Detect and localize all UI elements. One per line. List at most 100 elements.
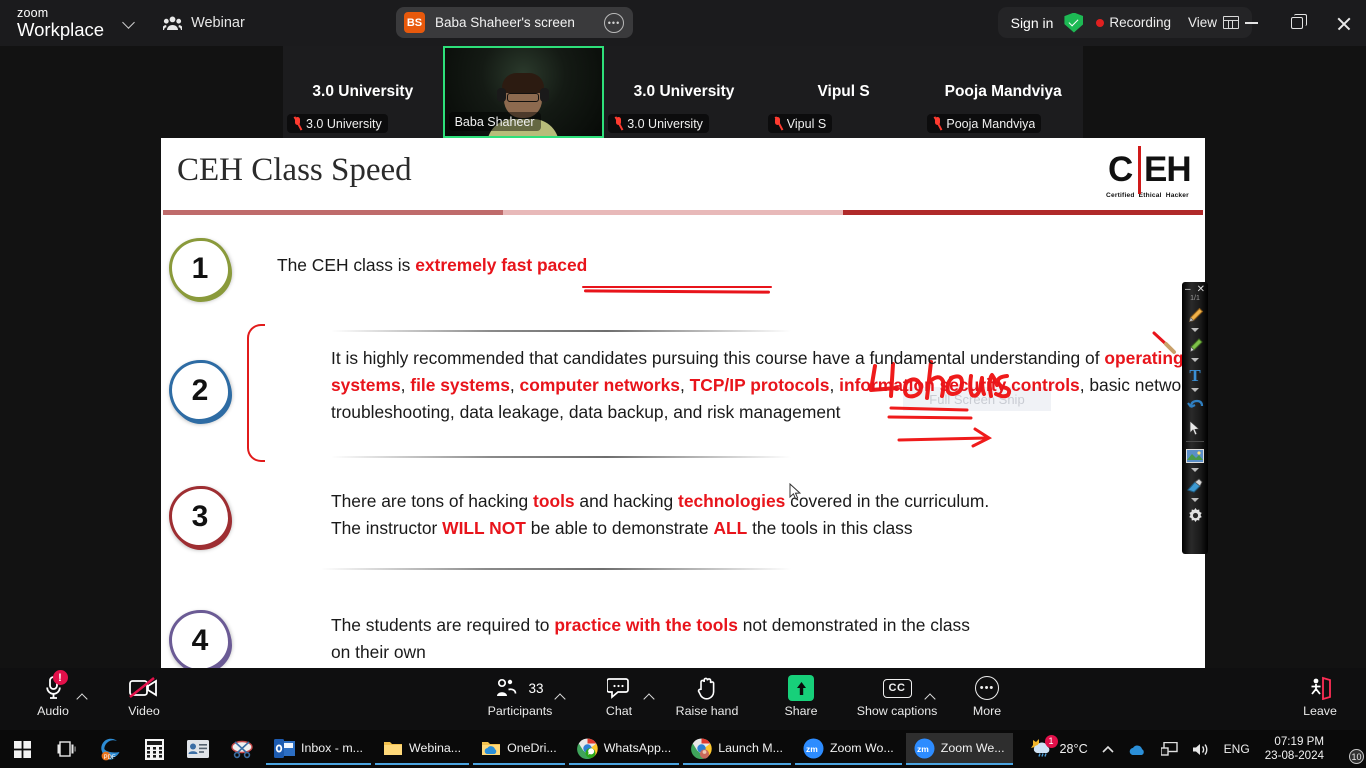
point-2-seg-6: ,	[679, 374, 690, 395]
audio-label: Audio	[37, 704, 69, 718]
task-view-button[interactable]	[44, 730, 88, 768]
language-label: ENG	[1223, 742, 1250, 756]
taskbar-app-outlook[interactable]: Inbox - m...	[266, 733, 371, 765]
settings-gear-icon[interactable]	[1184, 505, 1206, 526]
taskbar-app-webinar-folder[interactable]: Webina...	[374, 733, 470, 765]
start-button[interactable]	[0, 730, 44, 768]
snipping-tool-icon[interactable]	[220, 730, 264, 768]
taskbar-app-onedrive-folder[interactable]: OneDri...	[473, 733, 565, 765]
image-icon[interactable]	[1184, 445, 1206, 466]
slide-point-1: 1 The CEH class is extremely fast paced	[169, 238, 587, 300]
point-2-seg-0: It is highly recommended that candidates…	[331, 348, 1105, 368]
badge-number: 3	[191, 500, 209, 533]
webinar-mode-button[interactable]: Webinar	[163, 15, 245, 31]
taskbar-app-whatsapp[interactable]: WhatsApp...	[568, 733, 680, 765]
maximize-icon	[1291, 14, 1307, 29]
svg-text:zm: zm	[917, 744, 929, 754]
annotation-minimize-button[interactable]: –	[1185, 285, 1191, 295]
participant-name-badge: Pooja Mandviya	[927, 114, 1042, 133]
taskbar-app-label: Launch M...	[718, 741, 783, 755]
shield-icon[interactable]	[1064, 12, 1084, 33]
participant-tile[interactable]: Vipul S Vipul S	[764, 46, 924, 138]
point-1-seg-1: extremely fast paced	[415, 255, 588, 275]
point-4-line-1: The students are required to practice wi…	[331, 612, 1205, 639]
share-more-icon[interactable]: •••	[604, 12, 624, 33]
chat-icon	[607, 674, 631, 702]
share-button[interactable]: Share	[762, 674, 840, 726]
minimize-button[interactable]	[1228, 0, 1274, 46]
video-label: Video	[128, 704, 160, 718]
point-3-text: There are tons of hacking tools and hack…	[331, 488, 1205, 542]
chevron-down-icon[interactable]	[1191, 468, 1199, 472]
select-cursor-icon[interactable]	[1184, 417, 1206, 438]
recording-indicator[interactable]: Recording	[1096, 15, 1171, 30]
annotation-page-indicator: 1/1	[1190, 295, 1200, 302]
undo-icon[interactable]	[1184, 395, 1206, 416]
raise-hand-button[interactable]: Raise hand	[667, 674, 747, 726]
annotation-toolbar[interactable]: – ✕ 1/1 T	[1182, 282, 1208, 554]
calculator-icon[interactable]	[132, 730, 176, 768]
participant-name-badge: 3.0 University	[287, 114, 388, 133]
network-icon[interactable]	[1154, 730, 1185, 768]
more-button[interactable]: ••• More	[948, 674, 1026, 726]
annotation-close-button[interactable]: ✕	[1197, 285, 1205, 295]
sign-in-button[interactable]: Sign in	[1011, 15, 1054, 31]
point-4-seg-1: practice with the tools	[554, 615, 738, 635]
video-off-icon	[129, 674, 159, 702]
participants-options-caret[interactable]	[556, 692, 565, 701]
chevron-down-icon[interactable]	[1191, 498, 1199, 502]
pen-cursor-icon	[1152, 331, 1176, 354]
maximize-button[interactable]	[1274, 0, 1320, 46]
slide-point-3: 3 There are tons of hacking tools and ha…	[169, 486, 1205, 548]
point-2-seg-7: TCP/IP protocols	[689, 374, 830, 395]
eraser-icon[interactable]	[1184, 475, 1206, 496]
point-1-seg-0: The CEH class is	[277, 255, 416, 275]
contacts-icon[interactable]	[176, 730, 220, 768]
chat-options-caret[interactable]	[645, 692, 654, 701]
participant-tile-active-video[interactable]: Baba Shaheer	[442, 46, 605, 138]
chevron-down-icon[interactable]	[124, 17, 136, 29]
highlighter-icon[interactable]	[1184, 335, 1206, 356]
taskbar-app-zoom-workplace[interactable]: zm Zoom Wo...	[794, 733, 902, 765]
video-button[interactable]: Video	[105, 674, 183, 726]
more-options-icon: •••	[975, 674, 999, 702]
participant-tile[interactable]: 3.0 University 3.0 University	[604, 46, 764, 138]
chevron-down-icon[interactable]	[1191, 358, 1199, 362]
logo-sub-certified: Certified	[1106, 192, 1135, 199]
chevron-down-icon[interactable]	[1191, 328, 1199, 332]
text-tool-icon[interactable]: T	[1184, 365, 1206, 386]
weather-temperature: 28°C	[1059, 742, 1088, 756]
show-hidden-icons-button[interactable]	[1095, 730, 1121, 768]
chat-label: Chat	[605, 704, 633, 718]
participant-tile[interactable]: 3.0 University 3.0 University	[283, 46, 443, 138]
leave-meeting-icon	[1307, 674, 1333, 702]
weather-badge: 1	[1044, 734, 1058, 748]
shared-screen-pill[interactable]: BS Baba Shaheer's screen •••	[396, 7, 633, 38]
badge-number: 2	[191, 374, 209, 407]
taskbar-app-launch-meeting[interactable]: Launch M...	[683, 733, 791, 765]
onedrive-tray-icon[interactable]	[1121, 730, 1154, 768]
toolbar-divider	[1186, 441, 1204, 442]
notifications-button[interactable]: 10	[1332, 730, 1366, 768]
taskbar-app-zoom-webinar[interactable]: zm Zoom We...	[905, 733, 1013, 765]
clock[interactable]: 07:19 PM 23-08-2024	[1257, 735, 1332, 763]
point-3-line-2: The instructor WILL NOT be able to demon…	[331, 515, 1205, 542]
system-tray: 1 28°C ENG 07:19 PM 23-08-2024 10	[1023, 730, 1366, 768]
leave-button[interactable]: Leave	[1281, 674, 1359, 726]
participant-label: Vipul S	[786, 116, 827, 131]
language-indicator[interactable]: ENG	[1217, 730, 1257, 768]
edge-icon[interactable]: PDF	[88, 730, 132, 768]
pencil-icon[interactable]	[1184, 305, 1206, 326]
volume-icon[interactable]	[1185, 730, 1217, 768]
captions-options-caret[interactable]	[926, 692, 935, 701]
taskbar-app-label: WhatsApp...	[603, 741, 672, 755]
audio-options-caret[interactable]	[78, 692, 87, 701]
chevron-down-icon[interactable]	[1191, 388, 1199, 392]
handwritten-underline-1b	[582, 286, 772, 289]
weather-widget[interactable]: 1 28°C	[1023, 730, 1095, 768]
slide-point-4: 4 The students are required to practice …	[169, 610, 1205, 670]
point-2-seg-5: computer networks	[519, 374, 680, 395]
zoom-icon: zm	[803, 738, 824, 758]
close-button[interactable]	[1320, 0, 1366, 46]
participant-tile[interactable]: Pooja Mandviya Pooja Mandviya	[923, 46, 1083, 138]
